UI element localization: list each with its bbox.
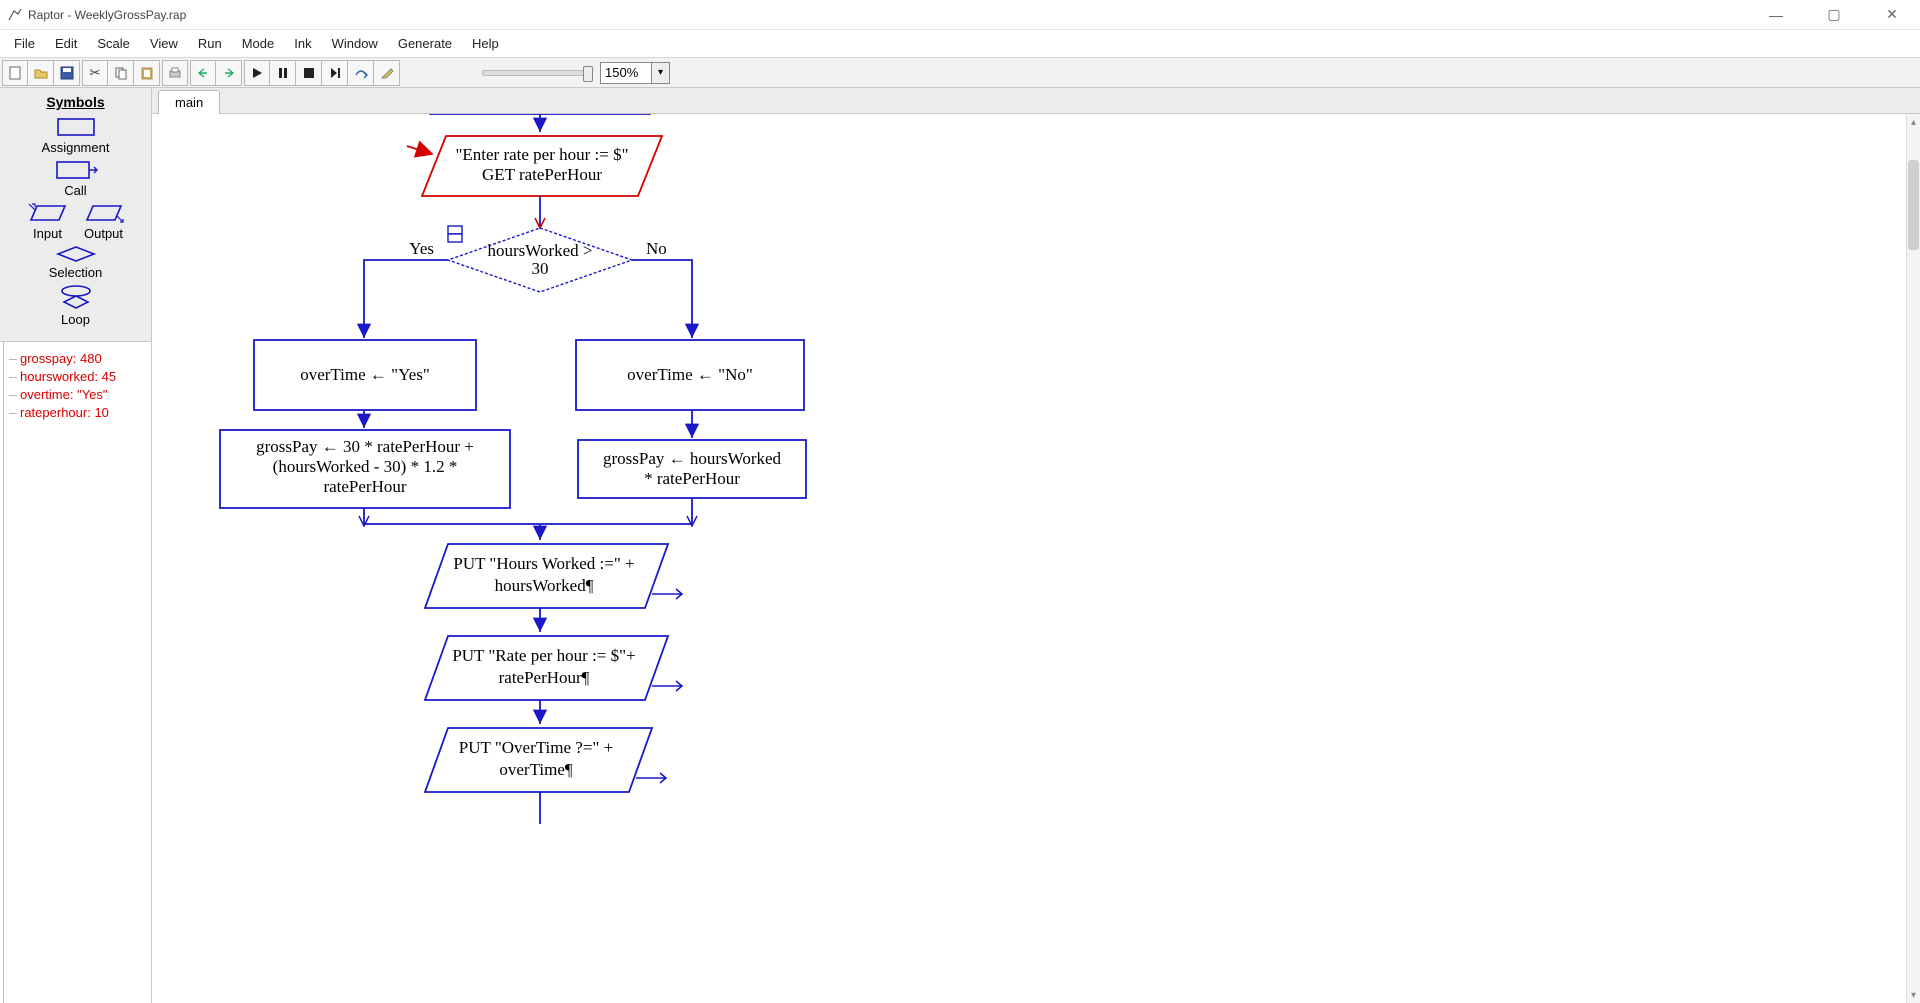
symbol-output-label: Output	[84, 226, 123, 241]
flow-output-hoursworked-t2: hoursWorked¶	[495, 576, 594, 595]
scroll-thumb[interactable]	[1908, 160, 1919, 250]
scroll-down-icon[interactable]: ▾	[1907, 987, 1920, 1003]
variables-panel: grosspay: 480 hoursworked: 45 overtime: …	[0, 342, 151, 1003]
symbol-input[interactable]: Input	[27, 202, 69, 241]
step-button[interactable]	[322, 60, 348, 86]
menu-view[interactable]: View	[140, 32, 188, 55]
menu-mode[interactable]: Mode	[232, 32, 285, 55]
tab-main[interactable]: main	[158, 90, 220, 114]
flow-assign-grosspay-yes-t1: grossPay ← 30 * ratePerHour +	[256, 437, 474, 456]
flow-label-no: No	[646, 239, 667, 258]
undo-button[interactable]	[190, 60, 216, 86]
toolbar: ✂ 150% ▾	[0, 58, 1920, 88]
flow-assign-grosspay-yes-t3: ratePerHour	[323, 477, 406, 496]
save-button[interactable]	[54, 60, 80, 86]
speed-slider[interactable]	[482, 70, 592, 76]
tabstrip: main	[152, 88, 1920, 114]
symbols-title: Symbols	[4, 94, 147, 110]
menubar: File Edit Scale View Run Mode Ink Window…	[0, 30, 1920, 58]
open-button[interactable]	[28, 60, 54, 86]
symbol-selection-label: Selection	[49, 265, 102, 280]
print-button[interactable]	[162, 60, 188, 86]
symbol-assignment[interactable]: Assignment	[4, 116, 147, 155]
app-logo-icon	[8, 8, 22, 22]
pencil-button[interactable]	[374, 60, 400, 86]
flow-output-rateperhour-t2: ratePerHour¶	[499, 668, 590, 687]
vertical-scrollbar[interactable]: ▴ ▾	[1906, 114, 1920, 1003]
var-overtime: overtime: "Yes"	[6, 386, 145, 404]
canvas-area: main "Enter	[152, 88, 1920, 1003]
symbol-output[interactable]: Output	[83, 202, 125, 241]
flow-decision-text2: 30	[532, 259, 549, 278]
paste-button[interactable]	[134, 60, 160, 86]
maximize-button[interactable]: ▢	[1814, 6, 1854, 23]
pause-button[interactable]	[270, 60, 296, 86]
new-button[interactable]	[2, 60, 28, 86]
flow-assign-overtime-yes-text: overTime ← "Yes"	[300, 365, 430, 384]
flow-label-yes: Yes	[409, 239, 434, 258]
symbol-loop-label: Loop	[61, 312, 90, 327]
var-grosspay: grosspay: 480	[6, 350, 145, 368]
var-rateperhour: rateperhour: 10	[6, 404, 145, 422]
run-button[interactable]	[244, 60, 270, 86]
zoom-dropdown[interactable]: ▾	[652, 62, 670, 84]
menu-scale[interactable]: Scale	[87, 32, 140, 55]
workspace: Symbols Assignment Call Input Output	[0, 88, 1920, 1003]
redo-button[interactable]	[216, 60, 242, 86]
menu-generate[interactable]: Generate	[388, 32, 462, 55]
window-controls: — ▢ ✕	[1756, 6, 1912, 23]
flow-output-overtime-t1: PUT "OverTime ?=" +	[459, 738, 613, 757]
symbols-panel: Symbols Assignment Call Input Output	[0, 88, 151, 342]
symbol-input-label: Input	[33, 226, 62, 241]
flow-input-text1: "Enter rate per hour := $"	[455, 145, 628, 164]
window-title: Raptor - WeeklyGrossPay.rap	[28, 8, 1756, 22]
stop-button[interactable]	[296, 60, 322, 86]
menu-run[interactable]: Run	[188, 32, 232, 55]
flow-assign-grosspay-no-t1: grossPay ← hoursWorked	[603, 449, 782, 468]
flow-assign-overtime-no-text: overTime ← "No"	[627, 365, 753, 384]
scroll-up-icon[interactable]: ▴	[1907, 114, 1920, 130]
copy-button[interactable]	[108, 60, 134, 86]
flow-decision-text1: hoursWorked >	[487, 241, 592, 260]
menu-ink[interactable]: Ink	[284, 32, 321, 55]
menu-edit[interactable]: Edit	[45, 32, 87, 55]
slider-thumb[interactable]	[583, 66, 593, 82]
flow-output-overtime-t2: overTime¶	[499, 760, 572, 779]
menu-help[interactable]: Help	[462, 32, 509, 55]
flow-assign-grosspay-yes-t2: (hoursWorked - 30) * 1.2 *	[273, 457, 458, 476]
menu-file[interactable]: File	[4, 32, 45, 55]
flow-output-rateperhour-t1: PUT "Rate per hour := $"+	[452, 646, 635, 665]
symbol-selection[interactable]: Selection	[4, 245, 147, 280]
close-button[interactable]: ✕	[1872, 6, 1912, 23]
titlebar: Raptor - WeeklyGrossPay.rap — ▢ ✕	[0, 0, 1920, 30]
symbol-call-label: Call	[64, 183, 86, 198]
symbol-assignment-label: Assignment	[42, 140, 110, 155]
flowchart-canvas[interactable]: "Enter rate per hour := $" GET ratePerHo…	[152, 114, 1906, 1003]
zoom-value[interactable]: 150%	[600, 62, 652, 84]
left-column: Symbols Assignment Call Input Output	[0, 88, 152, 1003]
step-over-button[interactable]	[348, 60, 374, 86]
var-hoursworked: hoursworked: 45	[6, 368, 145, 386]
symbol-loop[interactable]: Loop	[4, 284, 147, 327]
flow-output-hoursworked-t1: PUT "Hours Worked :=" +	[453, 554, 634, 573]
flow-assign-grosspay-no-t2: * ratePerHour	[644, 469, 740, 488]
menu-window[interactable]: Window	[322, 32, 388, 55]
minimize-button[interactable]: —	[1756, 7, 1796, 23]
cut-button[interactable]: ✂	[82, 60, 108, 86]
flow-input-text2: GET ratePerHour	[482, 165, 602, 184]
symbol-call[interactable]: Call	[4, 159, 147, 198]
scroll-track[interactable]	[1907, 130, 1920, 987]
